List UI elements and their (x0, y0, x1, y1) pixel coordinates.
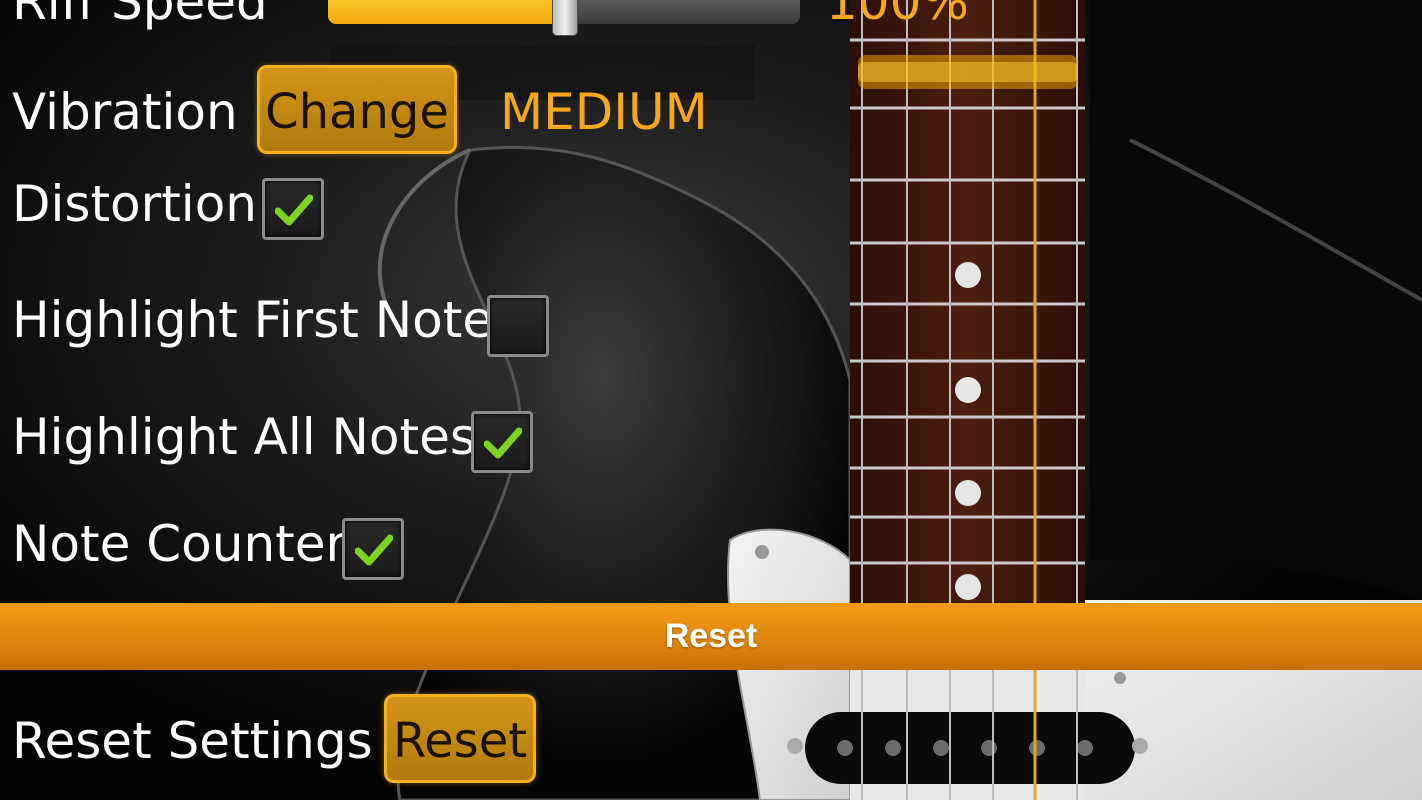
note-counter-checkbox[interactable] (342, 518, 404, 580)
distortion-checkbox[interactable] (262, 178, 324, 240)
riff-speed-slider-thumb[interactable] (552, 0, 578, 36)
highlight-all-notes-checkbox[interactable] (471, 411, 533, 473)
highlight-all-notes-label: Highlight All Notes (12, 408, 476, 466)
highlight-first-note-checkbox[interactable] (487, 295, 549, 357)
note-counter-label: Note Counter (12, 515, 347, 573)
settings-screen: Riff Speed 100% Vibration Change MEDIUM … (0, 0, 1422, 800)
checkmark-icon (355, 534, 393, 566)
reset-settings-button[interactable]: Reset (384, 694, 536, 783)
riff-speed-label: Riff Speed (12, 0, 268, 31)
reset-section-header: Reset (0, 603, 1422, 670)
vibration-change-button[interactable]: Change (257, 65, 457, 154)
checkmark-icon (275, 194, 313, 226)
checkmark-icon (484, 427, 522, 459)
highlight-first-note-label: Highlight First Note (12, 291, 494, 349)
riff-speed-value: 100% (826, 0, 969, 31)
riff-speed-slider-fill (328, 0, 564, 24)
vibration-label: Vibration (12, 83, 238, 141)
reset-settings-label: Reset Settings (12, 712, 373, 770)
distortion-label: Distortion (12, 175, 257, 233)
vibration-value: MEDIUM (500, 83, 708, 141)
